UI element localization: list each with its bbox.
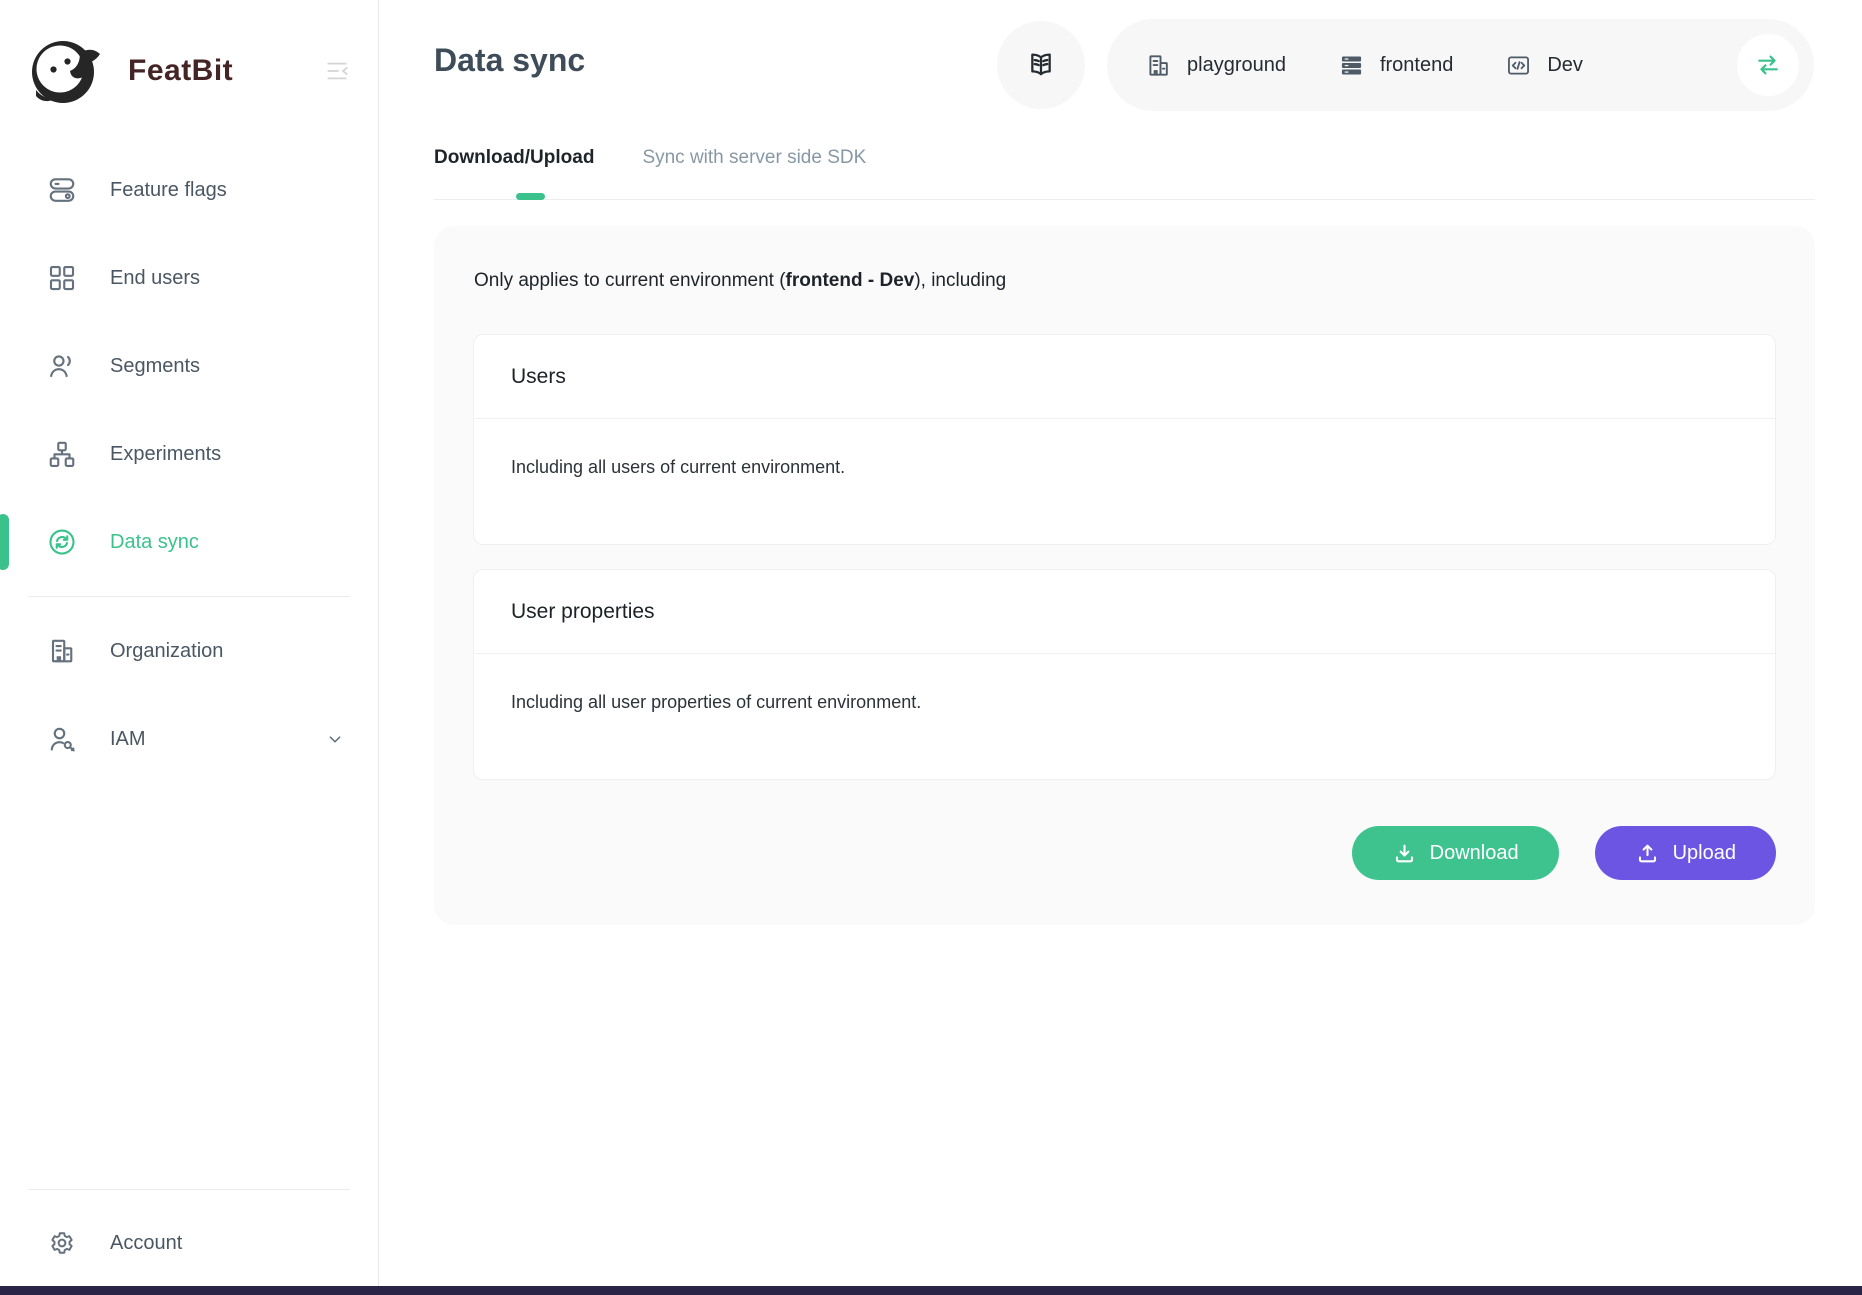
upload-button[interactable]: Upload	[1595, 826, 1776, 880]
experiments-icon	[47, 439, 77, 469]
users-card: Users Including all users of current env…	[473, 334, 1776, 545]
sidebar-divider	[28, 596, 350, 597]
user-properties-card: User properties Including all user prope…	[473, 569, 1776, 780]
users-card-description: Including all users of current environme…	[474, 419, 1775, 544]
data-sync-icon	[47, 527, 77, 557]
action-buttons: Download Upload	[1352, 826, 1776, 880]
environment-selector-bar: playground	[1107, 19, 1814, 111]
active-tab-indicator	[516, 193, 545, 200]
sidebar-item-label: Account	[110, 1232, 182, 1255]
sidebar-collapse-icon[interactable]	[324, 58, 350, 84]
scope-env-name: frontend - Dev	[786, 270, 915, 291]
swap-arrows-icon	[1754, 51, 1782, 79]
sidebar-item-label: Feature flags	[110, 179, 227, 202]
segments-icon	[47, 351, 77, 381]
sidebar-item-label: End users	[110, 267, 200, 290]
tab-bar: Download/Upload Sync with server side SD…	[434, 147, 866, 183]
docs-button[interactable]	[997, 21, 1085, 109]
building-icon	[1145, 52, 1172, 79]
sidebar-item-segments[interactable]: Segments	[0, 322, 378, 410]
download-button-label: Download	[1430, 842, 1519, 865]
sidebar-item-organization[interactable]: Organization	[0, 607, 378, 695]
user-properties-card-description: Including all user properties of current…	[474, 654, 1775, 779]
env-selector[interactable]: Dev	[1505, 52, 1583, 79]
sidebar-item-data-sync[interactable]: Data sync	[0, 498, 378, 586]
bottom-bar	[0, 1286, 1862, 1295]
chevron-down-icon	[324, 728, 346, 750]
sidebar-item-iam[interactable]: IAM	[0, 695, 378, 783]
sidebar-footer: Account	[0, 1179, 378, 1286]
main-content: Data sync playground	[379, 0, 1862, 1286]
sidebar: FeatBit Feature flags	[0, 0, 379, 1286]
tab-bottom-border	[434, 199, 1815, 200]
switch-environment-button[interactable]	[1737, 34, 1799, 96]
page-title: Data sync	[434, 42, 585, 79]
tab-download-upload[interactable]: Download/Upload	[434, 147, 594, 183]
end-users-icon	[47, 263, 77, 293]
download-icon	[1392, 841, 1417, 866]
code-window-icon	[1505, 52, 1532, 79]
sidebar-item-feature-flags[interactable]: Feature flags	[0, 146, 378, 234]
sidebar-item-account[interactable]: Account	[0, 1200, 378, 1286]
book-icon	[1025, 49, 1057, 81]
brand-header: FeatBit	[0, 0, 378, 130]
tab-sync-server-sdk[interactable]: Sync with server side SDK	[642, 147, 866, 183]
sidebar-item-end-users[interactable]: End users	[0, 234, 378, 322]
sidebar-item-label: Organization	[110, 640, 223, 663]
active-indicator	[0, 514, 9, 570]
app-window: FeatBit Feature flags	[0, 0, 1862, 1286]
product-selector[interactable]: frontend	[1338, 52, 1453, 79]
sidebar-nav: Feature flags End users	[0, 130, 378, 783]
server-stack-icon	[1338, 52, 1365, 79]
sidebar-item-label: Experiments	[110, 443, 221, 466]
data-sync-panel: Only applies to current environment (fro…	[434, 226, 1815, 925]
sidebar-item-label: Segments	[110, 355, 200, 378]
gear-icon	[47, 1228, 77, 1258]
brand-name: FeatBit	[128, 54, 324, 88]
user-properties-card-title: User properties	[474, 570, 1775, 654]
users-card-title: Users	[474, 335, 1775, 419]
project-selector-label: playground	[1187, 54, 1286, 77]
sidebar-item-label: IAM	[110, 728, 146, 751]
env-selector-label: Dev	[1547, 54, 1583, 77]
sidebar-footer-divider	[28, 1189, 350, 1190]
project-selector[interactable]: playground	[1145, 52, 1286, 79]
upload-icon	[1635, 841, 1660, 866]
feature-flags-icon	[47, 175, 77, 205]
sidebar-item-experiments[interactable]: Experiments	[0, 410, 378, 498]
product-selector-label: frontend	[1380, 54, 1453, 77]
upload-button-label: Upload	[1673, 842, 1736, 865]
iam-icon	[47, 724, 77, 754]
sidebar-item-label: Data sync	[110, 531, 199, 554]
organization-icon	[47, 636, 77, 666]
featbit-logo-icon	[24, 33, 106, 109]
scope-note: Only applies to current environment (fro…	[474, 270, 1776, 292]
download-button[interactable]: Download	[1352, 826, 1559, 880]
